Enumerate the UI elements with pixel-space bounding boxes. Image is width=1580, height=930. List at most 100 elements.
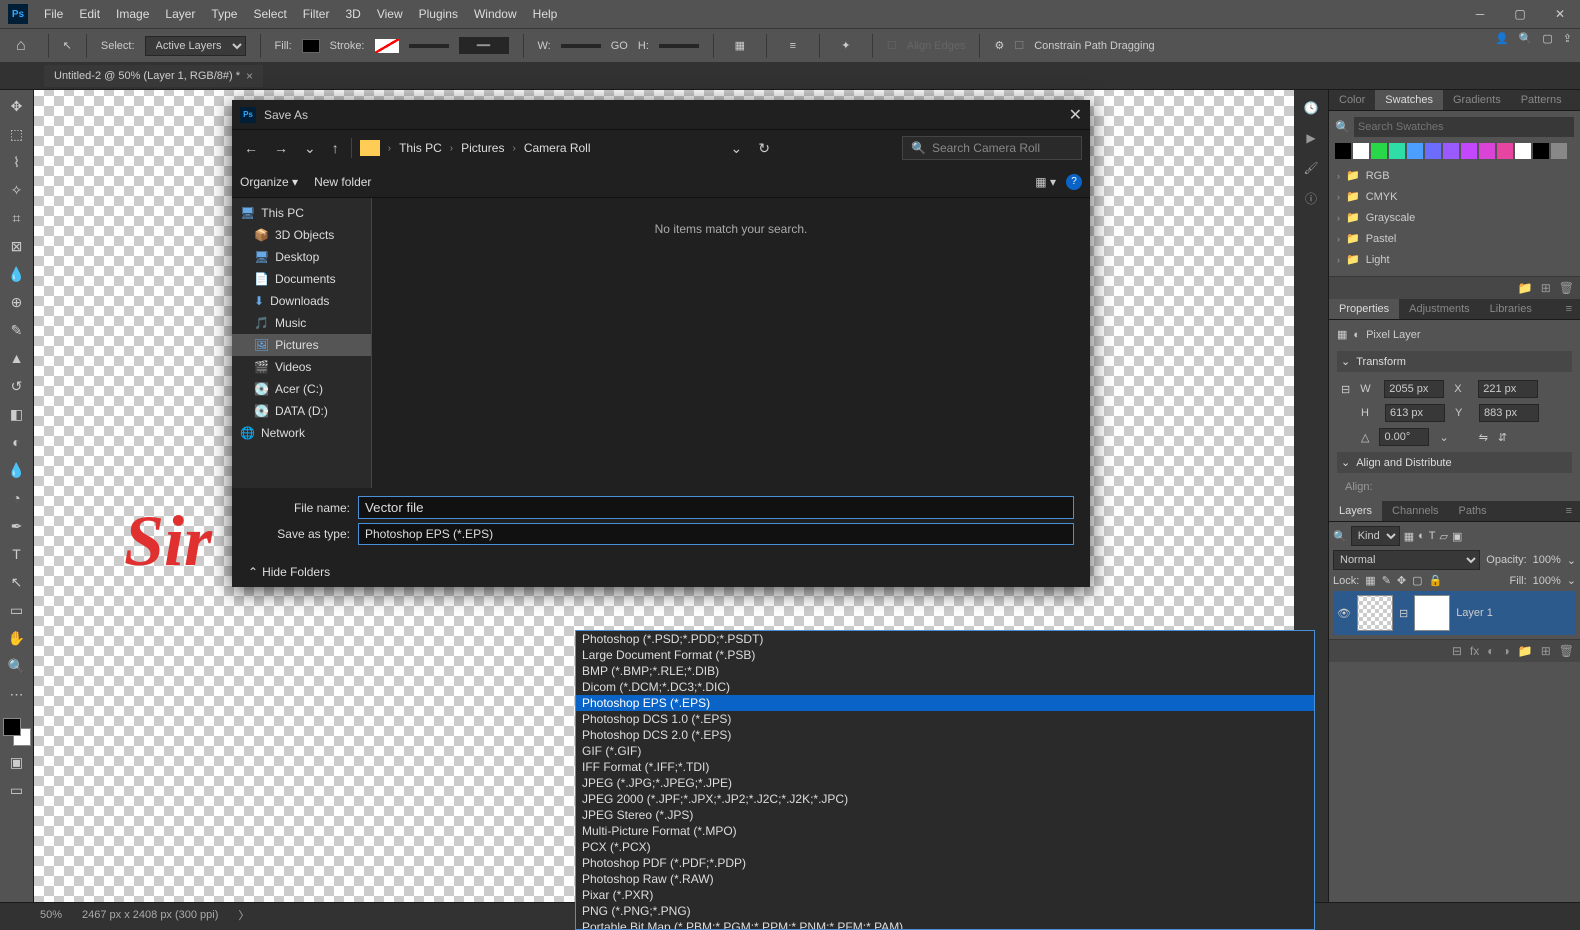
pen-tool[interactable]: ✒ [3,514,31,538]
crumb-pictures[interactable]: Pictures [461,141,504,155]
organize-button[interactable]: Organize ▾ [240,175,298,189]
eraser-tool[interactable]: ◧ [3,402,31,426]
swatch-search-input[interactable] [1354,117,1574,137]
shape-tool[interactable]: ▭ [3,598,31,622]
play-icon[interactable]: ▶ [1299,126,1323,150]
panel-menu-icon[interactable]: ≡ [1558,299,1580,319]
quick-mask[interactable]: ▣ [3,750,31,774]
stamp-tool[interactable]: ▲ [3,346,31,370]
tab-color[interactable]: Color [1329,90,1375,110]
swatch-group-light[interactable]: ›📁Light [1335,249,1574,270]
minimize-button[interactable]: ─ [1460,0,1500,28]
sidebar-data-d-[interactable]: 💽DATA (D:) [232,400,371,422]
lock-all-icon[interactable]: 🔒 [1429,574,1443,587]
trash-icon[interactable]: 🗑 [1559,281,1574,295]
back-icon[interactable]: ← [240,136,262,160]
swatch[interactable] [1551,143,1567,159]
tab-patterns[interactable]: Patterns [1511,90,1572,110]
swatch[interactable] [1371,143,1387,159]
panel-menu-icon[interactable]: ≡ [1558,501,1580,521]
tab-paths[interactable]: Paths [1449,501,1497,521]
swatch[interactable] [1335,143,1351,159]
menu-view[interactable]: View [369,7,411,21]
tab-adjustments[interactable]: Adjustments [1399,299,1480,319]
flip-h-icon[interactable]: ⇋ [1479,431,1488,444]
trash-icon[interactable]: 🗑 [1559,644,1574,658]
w-input[interactable] [561,44,601,48]
constrain-label[interactable]: Constrain Path Dragging [1034,40,1154,52]
search-box[interactable]: 🔍 Search Camera Roll [902,136,1082,160]
zoom-tool[interactable]: 🔍 [3,654,31,678]
swatch-group-pastel[interactable]: ›📁Pastel [1335,228,1574,249]
width-input[interactable] [1384,380,1444,398]
tab-close-icon[interactable]: × [246,69,253,83]
tab-properties[interactable]: Properties [1329,299,1399,319]
filter-shape-icon[interactable]: ▱ [1440,530,1448,543]
tab-libraries[interactable]: Libraries [1480,299,1542,319]
hand-tool[interactable]: ✋ [3,626,31,650]
new-folder-button[interactable]: New folder [314,175,371,189]
color-picker[interactable] [3,718,31,746]
layer-filter-kind[interactable]: Kind [1351,526,1400,546]
lock-pixels-icon[interactable]: ▦ [1365,574,1375,587]
tab-swatches[interactable]: Swatches [1375,90,1443,110]
gear-icon[interactable]: ⚙ [994,39,1004,52]
type-option[interactable]: GIF (*.GIF) [576,743,1314,759]
swatch-group-grayscale[interactable]: ›📁Grayscale [1335,207,1574,228]
sidebar-music[interactable]: 🎵Music [232,312,371,334]
type-select[interactable]: Photoshop EPS (*.EPS) [358,523,1074,545]
menu-type[interactable]: Type [203,7,245,21]
opacity-value[interactable]: 100% [1533,554,1561,566]
link-icon[interactable]: GO [611,40,628,52]
home-icon[interactable]: ⌂ [8,37,34,55]
align-edges-label[interactable]: Align Edges [907,40,966,52]
menu-3d[interactable]: 3D [337,7,368,21]
lasso-tool[interactable]: ⌇ [3,150,31,174]
sidebar-acer-c-[interactable]: 💽Acer (C:) [232,378,371,400]
arrow-tool-icon[interactable]: ↖ [63,39,72,52]
angle-input[interactable] [1379,428,1429,446]
crumb-camera-roll[interactable]: Camera Roll [524,141,591,155]
zoom-value[interactable]: 50% [40,909,62,921]
crop-tool[interactable]: ⌗ [3,206,31,230]
info-icon[interactable]: ⓘ [1299,186,1323,210]
panel-menu-icon[interactable]: ≡ [1572,90,1580,110]
adjustment-icon[interactable]: ◑ [1503,644,1510,658]
sidebar-3d-objects[interactable]: 📦3D Objects [232,224,371,246]
arrange-icon[interactable]: ≡ [781,34,805,58]
brush-tool[interactable]: ✎ [3,318,31,342]
x-input[interactable] [1478,380,1538,398]
swatch[interactable] [1353,143,1369,159]
menu-edit[interactable]: Edit [71,7,108,21]
recent-icon[interactable]: ⌄ [300,136,320,161]
menu-window[interactable]: Window [466,7,525,21]
mask-icon[interactable]: ◐ [1487,644,1494,658]
frame-tool[interactable]: ⊠ [3,234,31,258]
type-option[interactable]: Photoshop (*.PSD;*.PDD;*.PSDT) [576,631,1314,647]
tab-gradients[interactable]: Gradients [1443,90,1511,110]
type-option[interactable]: PNG (*.PNG;*.PNG) [576,903,1314,919]
gradient-tool[interactable]: ◐ [3,430,31,454]
menu-image[interactable]: Image [108,7,157,21]
screen-mode[interactable]: ▭ [3,778,31,802]
cloud-icon[interactable]: 👤 [1495,32,1509,45]
dialog-close-icon[interactable]: ✕ [1069,105,1082,125]
filter-type-icon[interactable]: T [1429,530,1436,542]
swatch[interactable] [1443,143,1459,159]
blend-mode-select[interactable]: Normal [1333,550,1480,570]
stroke-style[interactable]: ━━ [459,37,509,54]
height-input[interactable] [1385,404,1445,422]
tab-layers[interactable]: Layers [1329,501,1382,521]
filter-image-icon[interactable]: ▦ [1404,530,1414,543]
type-option[interactable]: Multi-Picture Format (*.MPO) [576,823,1314,839]
stroke-width[interactable] [409,44,449,48]
lock-move-icon[interactable]: ✥ [1397,574,1406,587]
swatch[interactable] [1515,143,1531,159]
type-option[interactable]: Portable Bit Map (*.PBM;*.PGM;*.PPM;*.PN… [576,919,1314,930]
menu-help[interactable]: Help [525,7,566,21]
type-option[interactable]: IFF Format (*.IFF;*.TDI) [576,759,1314,775]
sidebar-downloads[interactable]: ⬇Downloads [232,290,371,312]
menu-plugins[interactable]: Plugins [411,7,466,21]
menu-select[interactable]: Select [245,7,294,21]
fx-icon[interactable]: fx [1470,644,1479,658]
